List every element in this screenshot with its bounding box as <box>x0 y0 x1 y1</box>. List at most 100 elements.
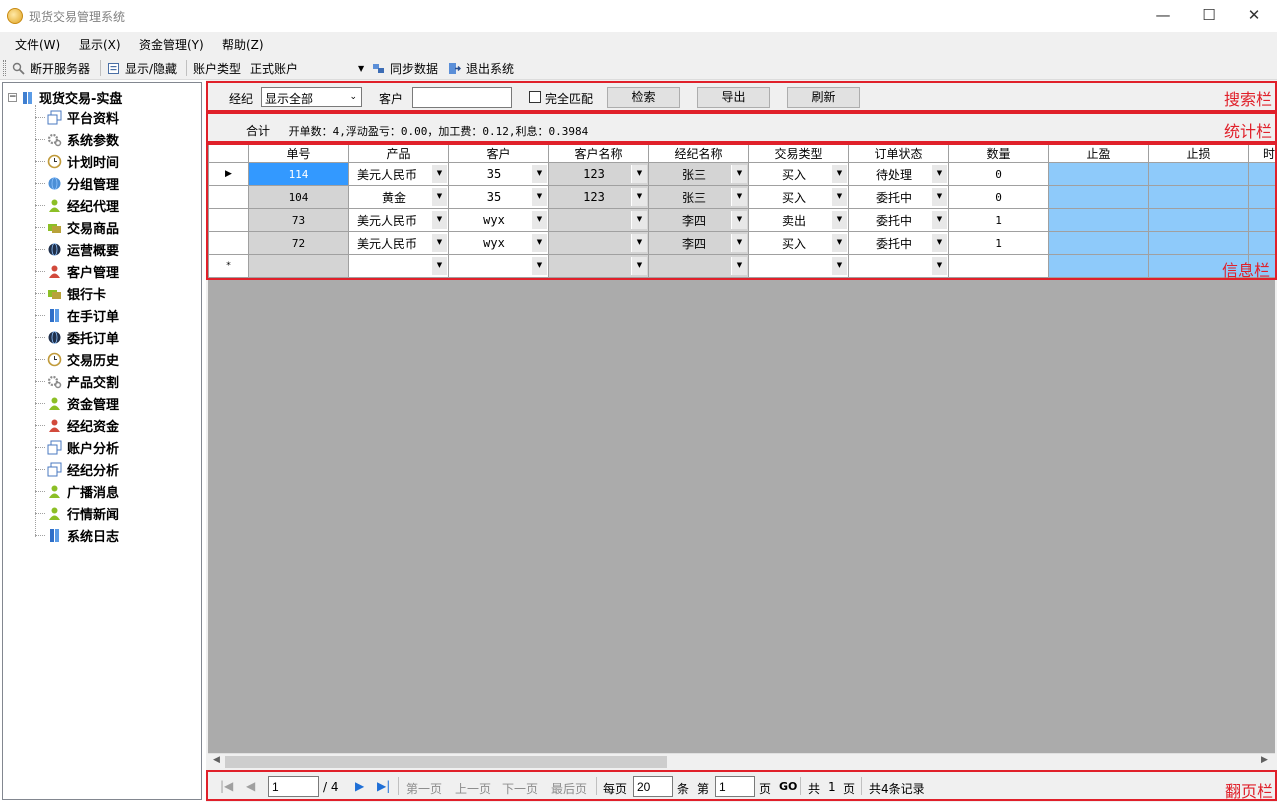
menu-bar: 文件(W) 显示(X) 资金管理(Y) 帮助(Z) <box>0 32 1277 56</box>
window-icon <box>47 462 62 477</box>
tree-root-label: 现货交易-实盘 <box>39 92 123 107</box>
chevron-down-icon[interactable]: ▼ <box>358 64 364 73</box>
collapse-icon[interactable]: − <box>8 93 17 102</box>
tree-item[interactable]: 客户管理 <box>35 260 119 282</box>
tree-connector <box>35 204 45 206</box>
tree-item[interactable]: 分组管理 <box>35 172 119 194</box>
menu-file[interactable]: 文件(W) <box>15 36 60 53</box>
horizontal-scrollbar[interactable]: ◀ ▶ <box>208 753 1275 770</box>
tree-item[interactable]: 交易历史 <box>35 348 119 370</box>
tree-connector <box>35 490 45 492</box>
tree-connector <box>35 138 45 140</box>
tree-item[interactable]: 计划时间 <box>35 150 119 172</box>
tree-connector <box>35 336 45 338</box>
scroll-left-icon[interactable]: ◀ <box>213 755 220 765</box>
tree-item-label: 系统参数 <box>67 133 120 149</box>
info-bar-highlight <box>206 143 1277 280</box>
tree-item[interactable]: 行情新闻 <box>35 502 119 524</box>
sync-button[interactable]: 同步数据 <box>372 60 438 77</box>
user-red-icon <box>47 418 62 433</box>
clock-icon <box>47 352 62 367</box>
gear-icon <box>47 374 62 389</box>
tree-item-label: 交易商品 <box>67 221 120 237</box>
user-green-icon <box>47 396 62 411</box>
scroll-right-icon[interactable]: ▶ <box>1261 755 1268 765</box>
tree-root[interactable]: − 现货交易-实盘 <box>8 88 122 107</box>
toolbar-separator <box>186 60 187 76</box>
tree-connector <box>35 182 45 184</box>
gear-icon <box>47 132 62 147</box>
tree-connector <box>35 512 45 514</box>
tree-item[interactable]: 运营概要 <box>35 238 119 260</box>
disconnect-label: 断开服务器 <box>30 62 91 76</box>
tree-item[interactable]: 交易商品 <box>35 216 119 238</box>
navigation-tree: − 现货交易-实盘 平台资料系统参数 计划时间分组管理经纪代理交易商品运营概要客户… <box>2 82 202 800</box>
stats-bar-caption: 统计栏 <box>1224 122 1273 141</box>
tree-item[interactable]: 系统参数 <box>35 128 119 150</box>
globe-icon <box>47 176 62 191</box>
tree-item-label: 客户管理 <box>67 265 120 281</box>
search-bar-caption: 搜索栏 <box>1224 90 1273 109</box>
tree-item[interactable]: 经纪代理 <box>35 194 119 216</box>
account-type-select[interactable]: 正式账户 <box>250 60 367 77</box>
title-bar: 现货交易管理系统 — ☐ ✕ <box>0 0 1277 32</box>
tree-item[interactable]: 账户分析 <box>35 436 119 458</box>
disconnect-button[interactable]: 断开服务器 <box>12 60 90 77</box>
tree-item[interactable]: 平台资料 <box>35 106 119 128</box>
book-icon <box>23 91 32 104</box>
sync-label: 同步数据 <box>390 62 439 76</box>
app-logo-icon <box>7 8 23 24</box>
exit-button[interactable]: 退出系统 <box>448 60 514 77</box>
tree-item-label: 分组管理 <box>67 177 120 193</box>
stats-bar-highlight <box>206 112 1277 143</box>
window-icon <box>47 110 62 125</box>
menu-funds[interactable]: 资金管理(Y) <box>139 36 204 53</box>
toggle-button[interactable]: 显示/隐藏 <box>107 60 177 77</box>
user-green-icon <box>47 506 62 521</box>
tree-item[interactable]: 委托订单 <box>35 326 119 348</box>
tree-item[interactable]: 经纪资金 <box>35 414 119 436</box>
exit-label: 退出系统 <box>466 62 515 76</box>
toolbar-separator <box>100 60 101 76</box>
toolbar-grip[interactable] <box>3 60 6 76</box>
menu-view[interactable]: 显示(X) <box>79 36 121 53</box>
cards-icon <box>47 286 62 301</box>
minimize-button[interactable]: — <box>1140 2 1186 30</box>
tree-item-label: 运营概要 <box>67 243 120 259</box>
maximize-button[interactable]: ☐ <box>1186 2 1232 30</box>
account-type-value: 正式账户 <box>250 62 299 76</box>
close-button[interactable]: ✕ <box>1231 2 1277 30</box>
globe-dark-icon <box>47 242 62 257</box>
tree-item[interactable]: 系统日志 <box>35 524 119 546</box>
tree-item[interactable]: 在手订单 <box>35 304 119 326</box>
tree-connector <box>35 160 45 162</box>
search-bar-highlight <box>206 81 1277 112</box>
tree-item[interactable]: 产品交割 <box>35 370 119 392</box>
tree-item[interactable]: 广播消息 <box>35 480 119 502</box>
tree-item[interactable]: 资金管理 <box>35 392 119 414</box>
tree-item[interactable]: 银行卡 <box>35 282 106 304</box>
account-type-label: 账户类型 <box>193 62 242 76</box>
menu-help[interactable]: 帮助(Z) <box>222 36 264 53</box>
tree-item-label: 经纪资金 <box>67 419 120 435</box>
tree-item[interactable]: 经纪分析 <box>35 458 119 480</box>
tree-item-label: 经纪代理 <box>67 199 120 215</box>
clock-icon <box>47 154 62 169</box>
tree-connector <box>35 534 45 536</box>
tree-item-label: 交易历史 <box>67 353 120 369</box>
tree-item-label: 账户分析 <box>67 441 120 457</box>
user-red-icon <box>47 264 62 279</box>
exit-icon <box>449 63 461 74</box>
tree-item-label: 行情新闻 <box>67 507 120 523</box>
tree-connector <box>35 468 45 470</box>
info-bar-caption: 信息栏 <box>1222 261 1271 280</box>
user-green-icon <box>47 198 62 213</box>
tree-connector <box>35 446 45 448</box>
toolbar: 断开服务器 显示/隐藏 账户类型 正式账户 ▼ 同步数据 退出系统 <box>0 56 1277 80</box>
scroll-thumb[interactable] <box>225 756 667 768</box>
tree-connector <box>35 270 45 272</box>
pager-bar-highlight <box>206 770 1277 801</box>
tree-item-label: 广播消息 <box>67 485 120 501</box>
tree-item-label: 系统日志 <box>67 529 120 545</box>
book-icon <box>47 528 62 543</box>
